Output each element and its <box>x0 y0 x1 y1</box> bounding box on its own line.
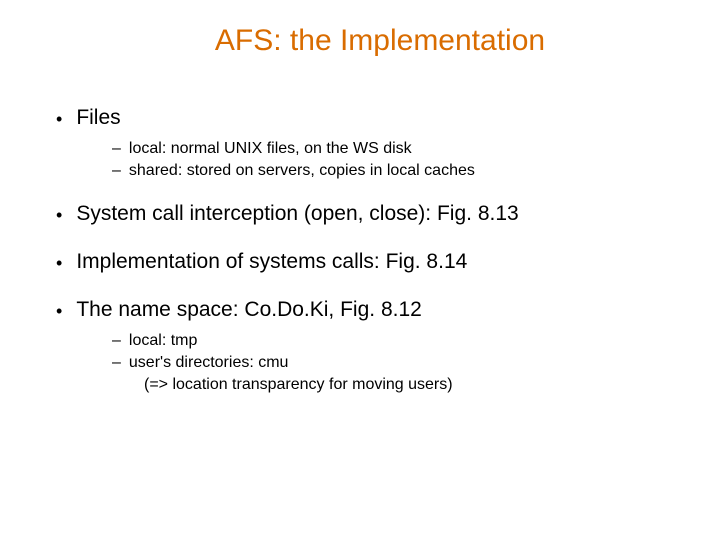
sub-item: – user's directories: cmu <box>112 352 664 374</box>
sub-label: local: normal UNIX files, on the WS disk <box>129 138 412 160</box>
bullet-dot-icon: • <box>56 298 62 324</box>
bullet-syscall-impl: • Implementation of systems calls: Fig. … <box>56 250 664 276</box>
sub-label: user's directories: cmu <box>129 352 289 374</box>
bullet-dot-icon: • <box>56 250 62 276</box>
sub-label: shared: stored on servers, copies in loc… <box>129 160 475 182</box>
bullet-files: • Files <box>56 106 664 132</box>
dash-icon: – <box>112 138 121 160</box>
bullet-dot-icon: • <box>56 202 62 228</box>
bullet-dot-icon: • <box>56 106 62 132</box>
bullet-label: The name space: Co.Do.Ki, Fig. 8.12 <box>76 298 422 322</box>
bullet-label: Files <box>76 106 120 130</box>
bullet-label: Implementation of systems calls: Fig. 8.… <box>76 250 467 274</box>
sub-item: – local: tmp <box>112 330 664 352</box>
dash-icon: – <box>112 352 121 374</box>
slide-title: AFS: the Implementation <box>96 24 664 58</box>
bullet-namespace: • The name space: Co.Do.Ki, Fig. 8.12 <box>56 298 664 324</box>
bullet-list: • Files – local: normal UNIX files, on t… <box>56 106 664 396</box>
sub-list-namespace: – local: tmp – user's directories: cmu (… <box>112 330 664 396</box>
sub-indent-note: (=> location transparency for moving use… <box>144 374 664 396</box>
sub-item: – local: normal UNIX files, on the WS di… <box>112 138 664 160</box>
sub-list-files: – local: normal UNIX files, on the WS di… <box>112 138 664 182</box>
dash-icon: – <box>112 160 121 182</box>
sub-label: local: tmp <box>129 330 197 352</box>
dash-icon: – <box>112 330 121 352</box>
sub-item: – shared: stored on servers, copies in l… <box>112 160 664 182</box>
bullet-syscall-intercept: • System call interception (open, close)… <box>56 202 664 228</box>
bullet-label: System call interception (open, close): … <box>76 202 518 226</box>
